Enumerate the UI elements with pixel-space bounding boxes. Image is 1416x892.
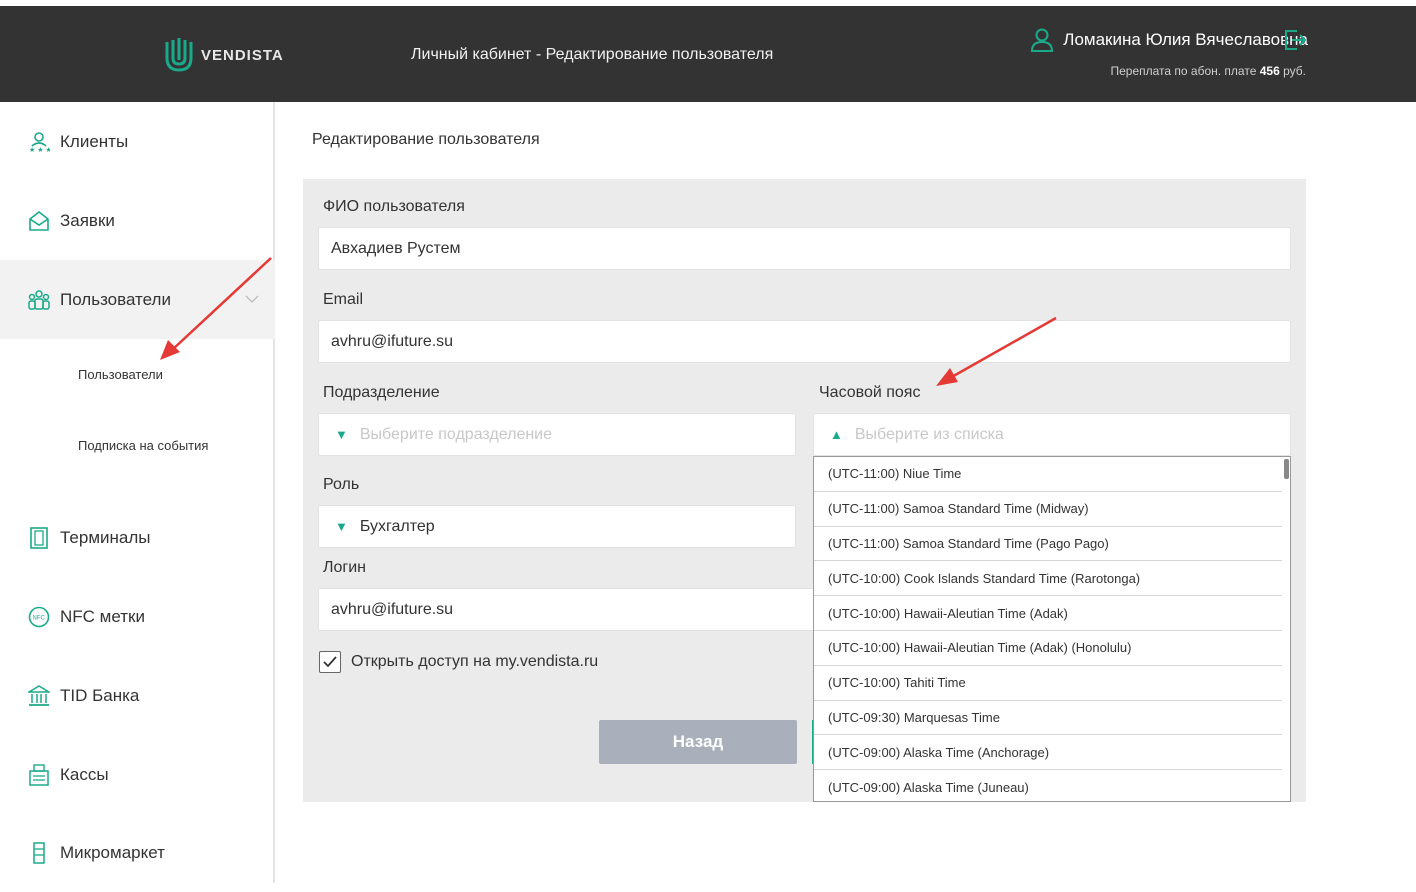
role-select[interactable]: ▼ Бухгалтер (318, 505, 796, 548)
logo[interactable]: VENDISTA (163, 36, 284, 74)
svg-text:NFC: NFC (33, 615, 46, 621)
timezone-select[interactable]: ▲ Выберите из списка (813, 413, 1291, 456)
terminal-icon (30, 526, 48, 549)
page-header-title: Личный кабинет - Редактирование пользова… (411, 46, 774, 63)
triangle-down-icon: ▼ (335, 519, 348, 534)
logout-icon[interactable] (1283, 28, 1307, 52)
sidebar-item-label: Кассы (60, 764, 109, 784)
requests-icon (29, 210, 49, 231)
division-placeholder: Выберите подразделение (359, 425, 553, 443)
dropdown-scrollbar[interactable] (1284, 459, 1289, 479)
sidebar-item-clients[interactable]: ★ ★ ★ Клиенты (0, 102, 275, 181)
sidebar-item-bank-tid[interactable]: TID Банка (0, 656, 275, 735)
bank-icon (28, 684, 50, 706)
overpay-info: Переплата по абон. плате 456 руб. (1110, 64, 1306, 78)
timezone-option[interactable]: (UTC-09:00) Alaska Time (Juneau) (814, 770, 1282, 801)
sidebar-item-label: Терминалы (60, 527, 151, 547)
triangle-up-icon: ▲ (830, 427, 843, 442)
sidebar-item-label: Пользователи (60, 289, 171, 309)
sidebar-item-label: TID Банка (60, 685, 140, 705)
logo-text: VENDISTA (201, 46, 284, 64)
sidebar-subitem-subscriptions[interactable]: Подписка на события (78, 438, 208, 453)
sidebar-item-label: Микромаркет (60, 842, 165, 862)
timezone-option[interactable]: (UTC-11:00) Niue Time (814, 457, 1282, 492)
timezone-option[interactable]: (UTC-10:00) Hawaii-Aleutian Time (Adak) (814, 596, 1282, 631)
cashbox-icon (29, 763, 49, 786)
nfc-icon: NFC (28, 606, 50, 627)
micromarket-icon (33, 841, 45, 864)
fio-label: ФИО пользователя (323, 198, 465, 215)
sidebar-item-micromarket[interactable]: Микромаркет (0, 813, 275, 892)
timezone-option[interactable]: (UTC-10:00) Tahiti Time (814, 666, 1282, 701)
division-label: Подразделение (323, 384, 440, 401)
role-value: Бухгалтер (359, 517, 435, 535)
timezone-option[interactable]: (UTC-09:00) Alaska Time (Anchorage) (814, 735, 1282, 771)
overpay-currency: руб. (1283, 64, 1306, 78)
svg-text:★ ★ ★: ★ ★ ★ (29, 146, 50, 153)
timezone-option[interactable]: (UTC-09:30) Marquesas Time (814, 701, 1282, 736)
user-block[interactable]: Ломакина Юлия Вячеславовна (1031, 28, 1308, 52)
vendista-logo-icon (165, 38, 193, 72)
login-value: avhru@ifuture.su (331, 600, 454, 618)
sidebar: ★ ★ ★ Клиенты Заявки Пользователи Пользо… (0, 102, 275, 883)
page-title: Редактирование пользователя (312, 131, 540, 148)
login-label: Логин (323, 559, 367, 576)
timezone-option[interactable]: (UTC-11:00) Samoa Standard Time (Midway) (814, 492, 1282, 527)
email-field[interactable]: avhru@ifuture.su (318, 320, 1291, 363)
sidebar-item-nfc[interactable]: NFC NFC метки (0, 577, 275, 656)
access-checkbox[interactable] (319, 651, 341, 673)
sidebar-subitem-users[interactable]: Пользователи (78, 367, 163, 382)
clients-icon: ★ ★ ★ (29, 131, 50, 153)
sidebar-item-label: Клиенты (60, 131, 129, 151)
division-select[interactable]: ▼ Выберите подразделение (318, 413, 796, 456)
timezone-placeholder: Выберите из списка (854, 425, 1004, 443)
fio-field[interactable]: Авхадиев Рустем (318, 227, 1291, 270)
sidebar-item-users[interactable]: Пользователи (0, 260, 275, 339)
access-checkbox-label[interactable]: Открыть доступ на my.vendista.ru (351, 653, 598, 671)
chevron-down-icon[interactable] (245, 292, 259, 306)
timezone-label: Часовой пояс (819, 384, 921, 401)
user-icon (1031, 28, 1054, 52)
checkmark-icon (323, 656, 337, 668)
overpay-amount: 456 (1259, 64, 1280, 78)
sidebar-item-terminals[interactable]: Терминалы (0, 498, 275, 577)
sidebar-item-label: Заявки (60, 210, 115, 230)
email-label: Email (323, 291, 364, 308)
header: VENDISTA Личный кабинет - Редактирование… (0, 6, 1416, 102)
timezone-option[interactable]: (UTC-11:00) Samoa Standard Time (Pago Pa… (814, 527, 1282, 562)
fio-value: Авхадиев Рустем (331, 239, 461, 257)
overpay-label: Переплата по абон. плате (1110, 64, 1257, 78)
user-name: Ломакина Юлия Вячеславовна (1063, 30, 1308, 49)
role-label: Роль (323, 476, 360, 493)
timezone-option[interactable]: (UTC-10:00) Hawaii-Aleutian Time (Adak) … (814, 631, 1282, 666)
timezone-option[interactable]: (UTC-10:00) Cook Islands Standard Time (… (814, 561, 1282, 597)
users-icon (28, 289, 50, 310)
sidebar-item-requests[interactable]: Заявки (0, 181, 275, 260)
back-button[interactable]: Назад (599, 720, 797, 764)
timezone-dropdown-list[interactable]: (UTC-11:00) Niue Time (UTC-11:00) Samoa … (813, 456, 1291, 802)
email-value: avhru@ifuture.su (331, 332, 454, 350)
sidebar-item-label: NFC метки (60, 606, 145, 626)
triangle-down-icon: ▼ (335, 427, 348, 442)
sidebar-item-cashboxes[interactable]: Кассы (0, 735, 275, 814)
